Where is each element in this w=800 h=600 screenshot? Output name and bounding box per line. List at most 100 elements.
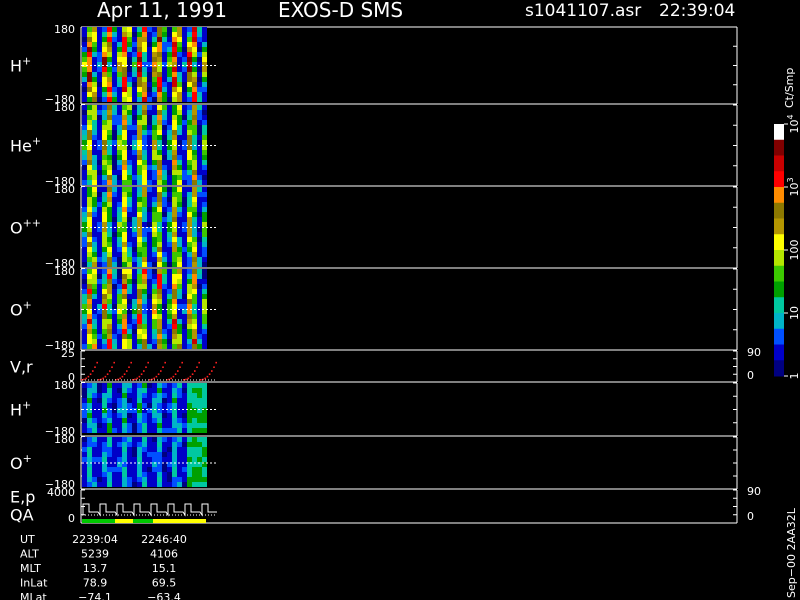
- velocity-point: [200, 379, 202, 381]
- heat-cell: [187, 388, 192, 393]
- panel-o-pp: 180−180O++: [10, 183, 738, 270]
- heat-cell: [107, 87, 112, 92]
- heat-cell: [82, 192, 87, 197]
- heat-cell: [107, 242, 112, 247]
- header-file: s1041107.asr: [525, 1, 641, 21]
- heat-cell: [97, 477, 102, 482]
- heat-cell: [87, 125, 92, 130]
- heat-cell: [132, 52, 137, 57]
- heat-cell: [202, 403, 207, 408]
- heat-cell: [82, 423, 87, 428]
- heat-cell: [202, 269, 207, 274]
- heat-cell: [177, 92, 182, 97]
- heat-cell: [177, 232, 182, 237]
- heat-cell: [102, 477, 107, 482]
- heat-cell: [122, 388, 127, 393]
- heat-cell: [127, 62, 132, 67]
- heat-cell: [127, 314, 132, 319]
- heat-cell: [102, 334, 107, 339]
- heat-cell: [82, 175, 87, 180]
- heat-cell: [87, 27, 92, 32]
- heat-cell: [137, 398, 142, 403]
- heat-cell: [182, 155, 187, 160]
- heat-cell: [97, 242, 102, 247]
- heat-cell: [172, 398, 177, 403]
- heat-cell: [107, 324, 112, 329]
- velocity-point: [145, 366, 147, 368]
- velocity-point: [138, 375, 141, 378]
- heat-cell: [202, 47, 207, 52]
- heat-cell: [132, 314, 137, 319]
- velocity-point: [211, 370, 213, 372]
- header-instrument: EXOS-D SMS: [278, 0, 403, 22]
- heat-cell: [122, 165, 127, 170]
- heat-cell: [132, 274, 137, 279]
- heat-cell: [142, 27, 147, 32]
- heat-cell: [202, 442, 207, 447]
- velocity-point: [185, 378, 187, 381]
- ion-label: O+: [10, 299, 32, 320]
- heat-cell: [147, 452, 152, 457]
- heat-cell: [152, 92, 157, 97]
- heat-cell: [152, 120, 157, 125]
- velocity-point: [187, 377, 189, 380]
- heat-cell: [152, 247, 157, 252]
- heat-cell: [147, 47, 152, 52]
- heat-cell: [147, 319, 152, 324]
- heat-cell: [177, 170, 182, 175]
- heat-cell: [157, 47, 162, 52]
- heat-cell: [162, 42, 167, 47]
- heat-cell: [172, 130, 177, 135]
- heat-cell: [82, 57, 87, 62]
- velocity-point: [160, 370, 162, 372]
- heat-cell: [157, 150, 162, 155]
- heat-cell: [152, 125, 157, 130]
- heat-cell: [167, 32, 172, 37]
- heat-cell: [92, 269, 97, 274]
- heat-cell: [132, 262, 137, 267]
- heat-cell: [202, 452, 207, 457]
- heat-cell: [187, 334, 192, 339]
- heat-cell: [127, 67, 132, 72]
- heat-cell: [82, 140, 87, 145]
- heat-cell: [197, 452, 202, 457]
- heat-cell: [127, 130, 132, 135]
- heat-cell: [92, 262, 97, 267]
- heat-cell: [87, 393, 92, 398]
- heat-cell: [112, 170, 117, 175]
- heat-cell: [162, 319, 167, 324]
- heat-cell: [112, 314, 117, 319]
- heat-cell: [152, 175, 157, 180]
- heat-cell: [202, 115, 207, 120]
- heat-cell: [82, 130, 87, 135]
- heat-cell: [107, 62, 112, 67]
- heat-cell: [202, 57, 207, 62]
- heat-cell: [197, 252, 202, 257]
- heat-cell: [157, 67, 162, 72]
- heat-cell: [92, 150, 97, 155]
- heat-cell: [117, 472, 122, 477]
- heat-cell: [167, 77, 172, 82]
- heat-cell: [92, 140, 97, 145]
- heat-cell: [97, 339, 102, 344]
- heat-cell: [92, 398, 97, 403]
- heat-cell: [182, 477, 187, 482]
- heat-cell: [82, 37, 87, 42]
- heat-cell: [137, 67, 142, 72]
- heat-cell: [132, 319, 137, 324]
- heat-cell: [147, 170, 152, 175]
- heat-cell: [107, 82, 112, 87]
- heat-cell: [132, 403, 137, 408]
- heat-cell: [87, 67, 92, 72]
- heat-cell: [152, 52, 157, 57]
- heat-cell: [177, 212, 182, 217]
- heat-cell: [192, 393, 197, 398]
- heat-cell: [87, 403, 92, 408]
- heat-cell: [157, 125, 162, 130]
- heat-cell: [182, 202, 187, 207]
- heat-cell: [142, 37, 147, 42]
- heat-cell: [137, 105, 142, 110]
- heat-cell: [152, 105, 157, 110]
- heat-cell: [202, 67, 207, 72]
- heat-cell: [187, 135, 192, 140]
